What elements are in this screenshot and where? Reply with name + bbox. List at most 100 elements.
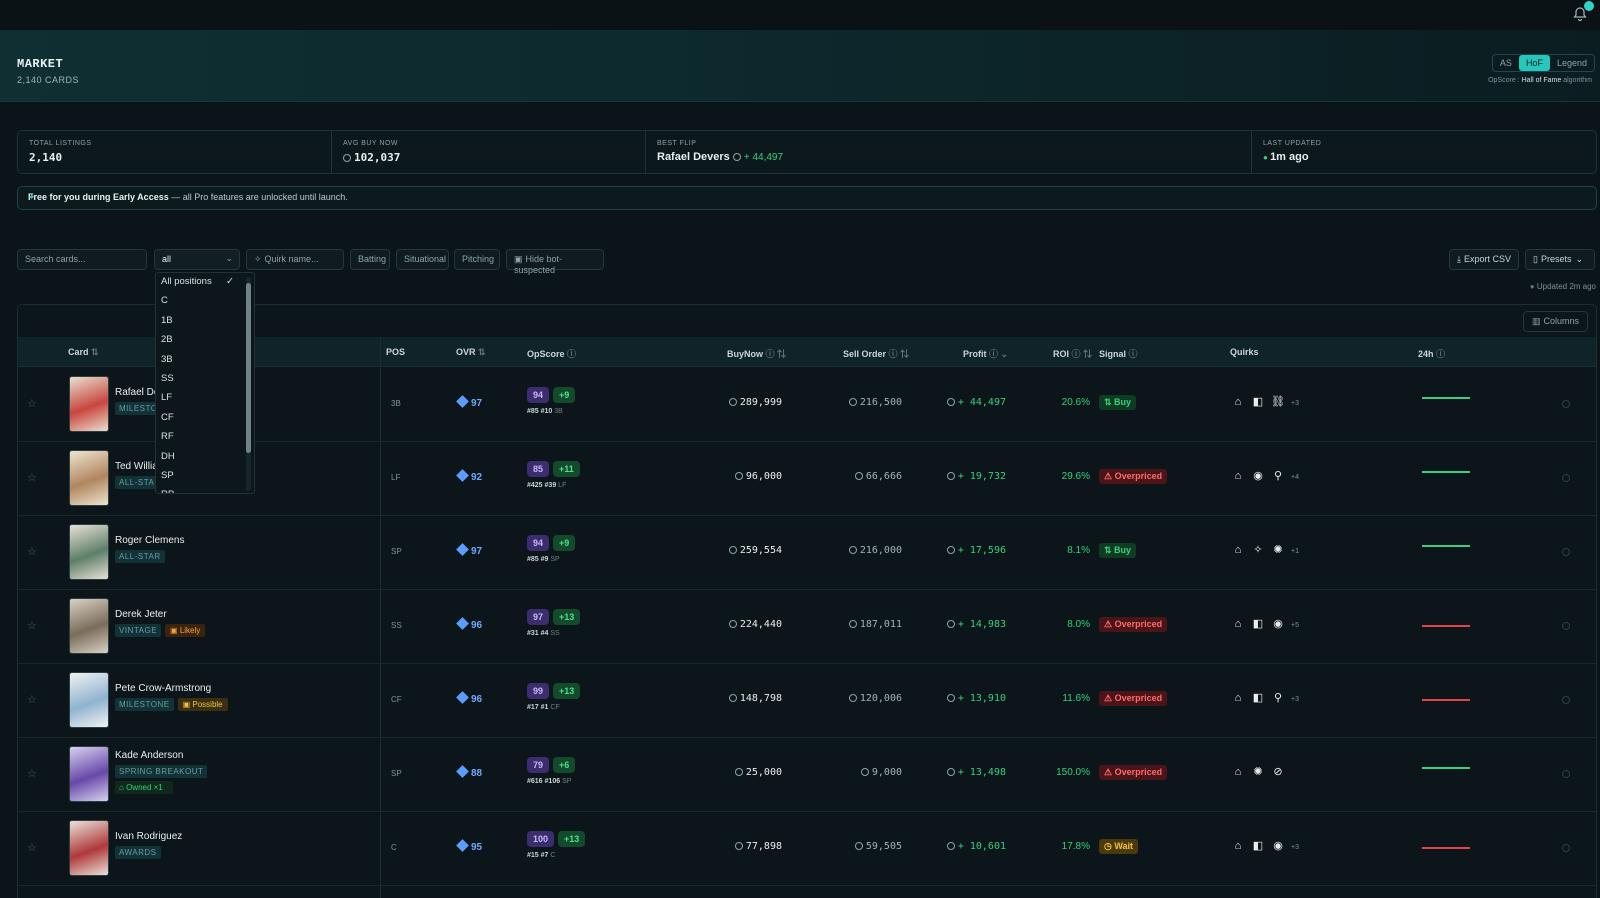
star-icon[interactable]: ☆: [27, 619, 37, 632]
presets-button[interactable]: ▯ Presets ⌄: [1525, 249, 1595, 270]
card-name[interactable]: Roger Clemens: [115, 535, 375, 546]
more-quirks-count[interactable]: +3: [1291, 400, 1299, 407]
columns-button[interactable]: ▥ Columns: [1522, 311, 1588, 332]
quirk-icon[interactable]: ◉: [1251, 469, 1265, 483]
col-profit[interactable]: Profit ⓘ ⌄: [963, 347, 1008, 360]
home-icon[interactable]: ⌂: [1231, 765, 1245, 779]
card-thumbnail[interactable]: [69, 376, 109, 432]
col-pos[interactable]: POS: [386, 347, 405, 357]
row-menu-icon[interactable]: [1562, 622, 1570, 630]
position-option[interactable]: 2B: [156, 331, 254, 350]
quirk-icon[interactable]: ✧: [1251, 543, 1265, 557]
quirk-icon[interactable]: ✺: [1271, 543, 1285, 557]
situational-filter-button[interactable]: Situational: [396, 249, 449, 270]
profit-value: + 13,910: [918, 693, 1006, 704]
search-input[interactable]: Search cards...: [17, 249, 147, 270]
star-icon[interactable]: ☆: [27, 471, 37, 484]
more-quirks-count[interactable]: +4: [1291, 474, 1299, 481]
position-option[interactable]: C: [156, 292, 254, 311]
quirk-icon[interactable]: ⚲: [1271, 691, 1285, 705]
position-option[interactable]: 1B: [156, 312, 254, 331]
col-24h[interactable]: 24h ⓘ: [1418, 347, 1445, 360]
quirk-icon[interactable]: ⊘: [1271, 765, 1285, 779]
quirk-icon[interactable]: ◉: [1271, 617, 1285, 631]
position-select[interactable]: all ⌄: [154, 249, 240, 270]
quirk-icon[interactable]: ◧: [1251, 839, 1265, 853]
mode-legend-button[interactable]: Legend: [1550, 55, 1594, 71]
more-quirks-count[interactable]: +3: [1291, 844, 1299, 851]
more-quirks-count[interactable]: +1: [1291, 548, 1299, 555]
mode-as-button[interactable]: AS: [1493, 55, 1519, 71]
position-option[interactable]: SS: [156, 370, 254, 389]
home-icon[interactable]: ⌂: [1231, 543, 1245, 557]
table-row[interactable]: ☆ Roger Clemens ALL-STAR SP 97 94 +9 #85 #9 SP 2…: [18, 515, 1596, 590]
more-quirks-count[interactable]: +5: [1291, 622, 1299, 629]
position-option[interactable]: DH: [156, 448, 254, 467]
home-icon[interactable]: ⌂: [1231, 839, 1245, 853]
row-menu-icon[interactable]: [1562, 844, 1570, 852]
home-icon[interactable]: ⌂: [1231, 469, 1245, 483]
card-thumbnail[interactable]: [69, 524, 109, 580]
quirk-icon[interactable]: ◧: [1251, 691, 1265, 705]
star-icon[interactable]: ☆: [27, 545, 37, 558]
col-roi[interactable]: ROI ⓘ ⇅: [1053, 347, 1092, 360]
home-icon[interactable]: ⌂: [1231, 395, 1245, 409]
table-row[interactable]: ☆ Pete Crow-Armstrong MILESTONE ▣ Possible C…: [18, 663, 1596, 738]
export-csv-button[interactable]: ⤓ Export CSV: [1449, 249, 1519, 270]
card-thumbnail[interactable]: [69, 820, 109, 876]
position-option[interactable]: RF: [156, 428, 254, 447]
bell-icon[interactable]: [1572, 1, 1594, 22]
quirk-icon[interactable]: ◧: [1251, 395, 1265, 409]
batting-filter-button[interactable]: Batting: [350, 249, 390, 270]
col-sell-order[interactable]: Sell Order ⓘ ⇅: [843, 347, 909, 360]
table-row[interactable]: ☆ Ivan Rodriguez AWARDS C 95 100 +13 #15 #7 C 77…: [18, 811, 1596, 886]
card-name[interactable]: Ivan Rodriguez: [115, 831, 375, 842]
position-option[interactable]: RP: [156, 486, 254, 493]
card-thumbnail[interactable]: [69, 672, 109, 728]
row-menu-icon[interactable]: [1562, 770, 1570, 778]
pitching-filter-button[interactable]: Pitching: [454, 249, 500, 270]
quirk-icon[interactable]: ⛓: [1271, 395, 1285, 409]
table-row[interactable]: ☆ Kade Anderson SPRING BREAKOUT ⌂ Owned ×1 S…: [18, 737, 1596, 812]
quirk-icon[interactable]: ✺: [1251, 765, 1265, 779]
card-thumbnail[interactable]: [69, 450, 109, 506]
quirk-icon[interactable]: ⚲: [1271, 469, 1285, 483]
star-icon[interactable]: ☆: [27, 767, 37, 780]
card-thumbnail[interactable]: [69, 598, 109, 654]
more-quirks-count[interactable]: +3: [1291, 696, 1299, 703]
card-name[interactable]: Derek Jeter: [115, 609, 375, 620]
home-icon[interactable]: ⌂: [1231, 617, 1245, 631]
dropdown-scrollbar[interactable]: [246, 277, 251, 491]
position-option[interactable]: LF: [156, 389, 254, 408]
col-buynow[interactable]: BuyNow ⓘ ⇅: [727, 347, 786, 360]
quirk-input[interactable]: ✧ Quirk name...: [246, 249, 344, 270]
quirk-icon[interactable]: ◧: [1251, 617, 1265, 631]
position-option[interactable]: All positions ✓: [156, 273, 254, 292]
best-flip-name[interactable]: Rafael Devers: [657, 151, 730, 163]
col-opscore[interactable]: OpScore ⓘ: [527, 347, 576, 360]
row-menu-icon[interactable]: [1562, 548, 1570, 556]
star-icon[interactable]: ☆: [27, 841, 37, 854]
position-option[interactable]: SP: [156, 467, 254, 486]
row-menu-icon[interactable]: [1562, 474, 1570, 482]
row-menu-icon[interactable]: [1562, 400, 1570, 408]
col-card[interactable]: Card ⇅: [68, 347, 99, 358]
card-name[interactable]: Kade Anderson: [115, 750, 375, 761]
col-ovr[interactable]: OVR ⇅: [456, 347, 486, 358]
position-option[interactable]: CF: [156, 409, 254, 428]
star-icon[interactable]: ☆: [27, 397, 37, 410]
card-name[interactable]: Pete Crow-Armstrong: [115, 683, 375, 694]
hide-bot-button[interactable]: ▣ Hide bot-suspected: [506, 249, 604, 275]
scrollbar-thumb[interactable]: [246, 283, 251, 453]
home-icon[interactable]: ⌂: [1231, 691, 1245, 705]
col-quirks[interactable]: Quirks: [1230, 347, 1259, 357]
table-row[interactable]: ☆ Derek Jeter VINTAGE ▣ Likely SS 96 97 +13 #31 …: [18, 589, 1596, 664]
row-menu-icon[interactable]: [1562, 696, 1570, 704]
quirk-icon[interactable]: ◉: [1271, 839, 1285, 853]
card-thumbnail[interactable]: [69, 746, 109, 802]
position-option[interactable]: 3B: [156, 351, 254, 370]
star-icon[interactable]: ☆: [27, 693, 37, 706]
col-signal[interactable]: Signal ⓘ: [1099, 347, 1138, 360]
trend-sparkline: [1422, 471, 1470, 473]
mode-hof-button[interactable]: HoF: [1518, 55, 1550, 71]
